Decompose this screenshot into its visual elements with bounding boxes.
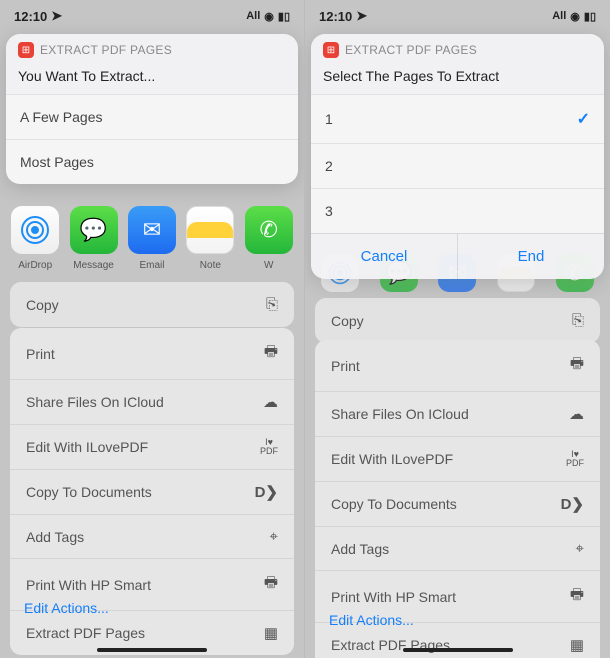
documents-icon: D❯ [255, 483, 278, 501]
status-right: All◉▮▯ [246, 10, 290, 23]
modal-title: EXTRACT PDF PAGES [40, 43, 172, 57]
shortcuts-icon: ⊞ [18, 42, 34, 58]
modal-prompt: Select The Pages To Extract [311, 62, 604, 94]
extract-icon: ▦ [570, 636, 584, 654]
share-whatsapp[interactable]: ✆ W [240, 206, 298, 271]
modal-header: ⊞ EXTRACT PDF PAGES [311, 34, 604, 62]
status-time: 12:10➤ [319, 8, 367, 24]
action-list: Print🖶 Share Files On ICloud☁︎ Edit With… [315, 340, 600, 658]
copy-icon: ⎘ [572, 312, 584, 329]
action-icloud[interactable]: Share Files On ICloud☁︎ [10, 380, 294, 425]
note-icon [186, 206, 234, 254]
airdrop-icon [11, 206, 59, 254]
option-most-pages[interactable]: Most Pages [6, 139, 298, 184]
modal-title: EXTRACT PDF PAGES [345, 43, 477, 57]
action-tags[interactable]: Add Tags⌖ [315, 527, 600, 571]
wifi-icon: ◉ [570, 10, 580, 23]
option-few-pages[interactable]: A Few Pages [6, 94, 298, 139]
modal-buttons: Cancel End [311, 233, 604, 279]
copy-row[interactable]: Copy ⎘ [10, 282, 294, 327]
share-note[interactable]: Note [181, 206, 239, 271]
location-icon: ➤ [51, 8, 62, 24]
edit-actions-link[interactable]: Edit Actions... [24, 600, 109, 616]
shortcuts-icon: ⊞ [323, 42, 339, 58]
status-right: All◉▮▯ [552, 10, 596, 23]
home-indicator[interactable] [97, 648, 207, 652]
message-icon: 💬 [70, 206, 118, 254]
check-icon: ✓ [577, 109, 590, 129]
share-message[interactable]: 💬 Message [65, 206, 123, 271]
printer-icon: 🖶 [264, 341, 278, 366]
end-button[interactable]: End [457, 234, 604, 279]
tag-icon: ⌖ [576, 540, 584, 557]
status-bar: 12:10➤ All◉▮▯ [305, 0, 610, 32]
page-option-2[interactable]: 2 [311, 143, 604, 188]
share-airdrop[interactable]: AirDrop [6, 206, 64, 271]
page-option-1[interactable]: 1✓ [311, 94, 604, 143]
action-copydocs[interactable]: Copy To DocumentsD❯ [315, 482, 600, 527]
extract-modal: ⊞ EXTRACT PDF PAGES You Want To Extract.… [6, 34, 298, 184]
modal-header: ⊞ EXTRACT PDF PAGES [6, 34, 298, 62]
cloud-icon: ☁︎ [569, 405, 584, 423]
status-time: 12:10➤ [14, 8, 62, 24]
whatsapp-icon: ✆ [245, 206, 293, 254]
email-icon: ✉ [128, 206, 176, 254]
location-icon: ➤ [356, 8, 367, 24]
share-email[interactable]: ✉ Email [123, 206, 181, 271]
extract-modal: ⊞ EXTRACT PDF PAGES Select The Pages To … [311, 34, 604, 279]
home-indicator[interactable] [403, 648, 513, 652]
action-ilovepdf[interactable]: Edit With ILovePDFI♥PDF [10, 425, 294, 470]
wifi-icon: ◉ [264, 10, 274, 23]
action-tags[interactable]: Add Tags⌖ [10, 515, 294, 559]
page-option-3[interactable]: 3 [311, 188, 604, 233]
action-icloud[interactable]: Share Files On ICloud☁︎ [315, 392, 600, 437]
action-extract[interactable]: Extract PDF Pages▦ [315, 623, 600, 658]
cloud-icon: ☁︎ [263, 393, 278, 411]
hp-printer-icon: 🖶 [264, 572, 278, 597]
action-ilovepdf[interactable]: Edit With ILovePDFI♥PDF [315, 437, 600, 482]
phone-right: 12:10➤ All◉▮▯ ⊞ EXTRACT PDF PAGES Select… [305, 0, 610, 658]
battery-icon: ▮▯ [584, 10, 596, 23]
status-bar: 12:10➤ All◉▮▯ [0, 0, 304, 32]
share-row: AirDrop 💬 Message ✉ Email Note ✆ W [0, 196, 304, 277]
pdf-heart-icon: I♥PDF [566, 450, 584, 468]
copy-icon: ⎘ [266, 296, 278, 313]
hp-printer-icon: 🖶 [570, 584, 584, 609]
tag-icon: ⌖ [270, 528, 278, 545]
cancel-button[interactable]: Cancel [311, 234, 457, 279]
modal-prompt: You Want To Extract... [6, 62, 298, 94]
battery-icon: ▮▯ [278, 10, 290, 23]
printer-icon: 🖶 [570, 353, 584, 378]
phone-left: 12:10➤ All◉▮▯ ⊞ EXTRACT PDF PAGES You Wa… [0, 0, 305, 658]
documents-icon: D❯ [561, 495, 584, 513]
extract-icon: ▦ [264, 624, 278, 642]
action-copydocs[interactable]: Copy To DocumentsD❯ [10, 470, 294, 515]
action-print[interactable]: Print🖶 [10, 328, 294, 380]
edit-actions-link[interactable]: Edit Actions... [329, 612, 414, 628]
pdf-heart-icon: I♥PDF [260, 438, 278, 456]
copy-row[interactable]: Copy ⎘ [315, 298, 600, 343]
action-print[interactable]: Print🖶 [315, 340, 600, 392]
